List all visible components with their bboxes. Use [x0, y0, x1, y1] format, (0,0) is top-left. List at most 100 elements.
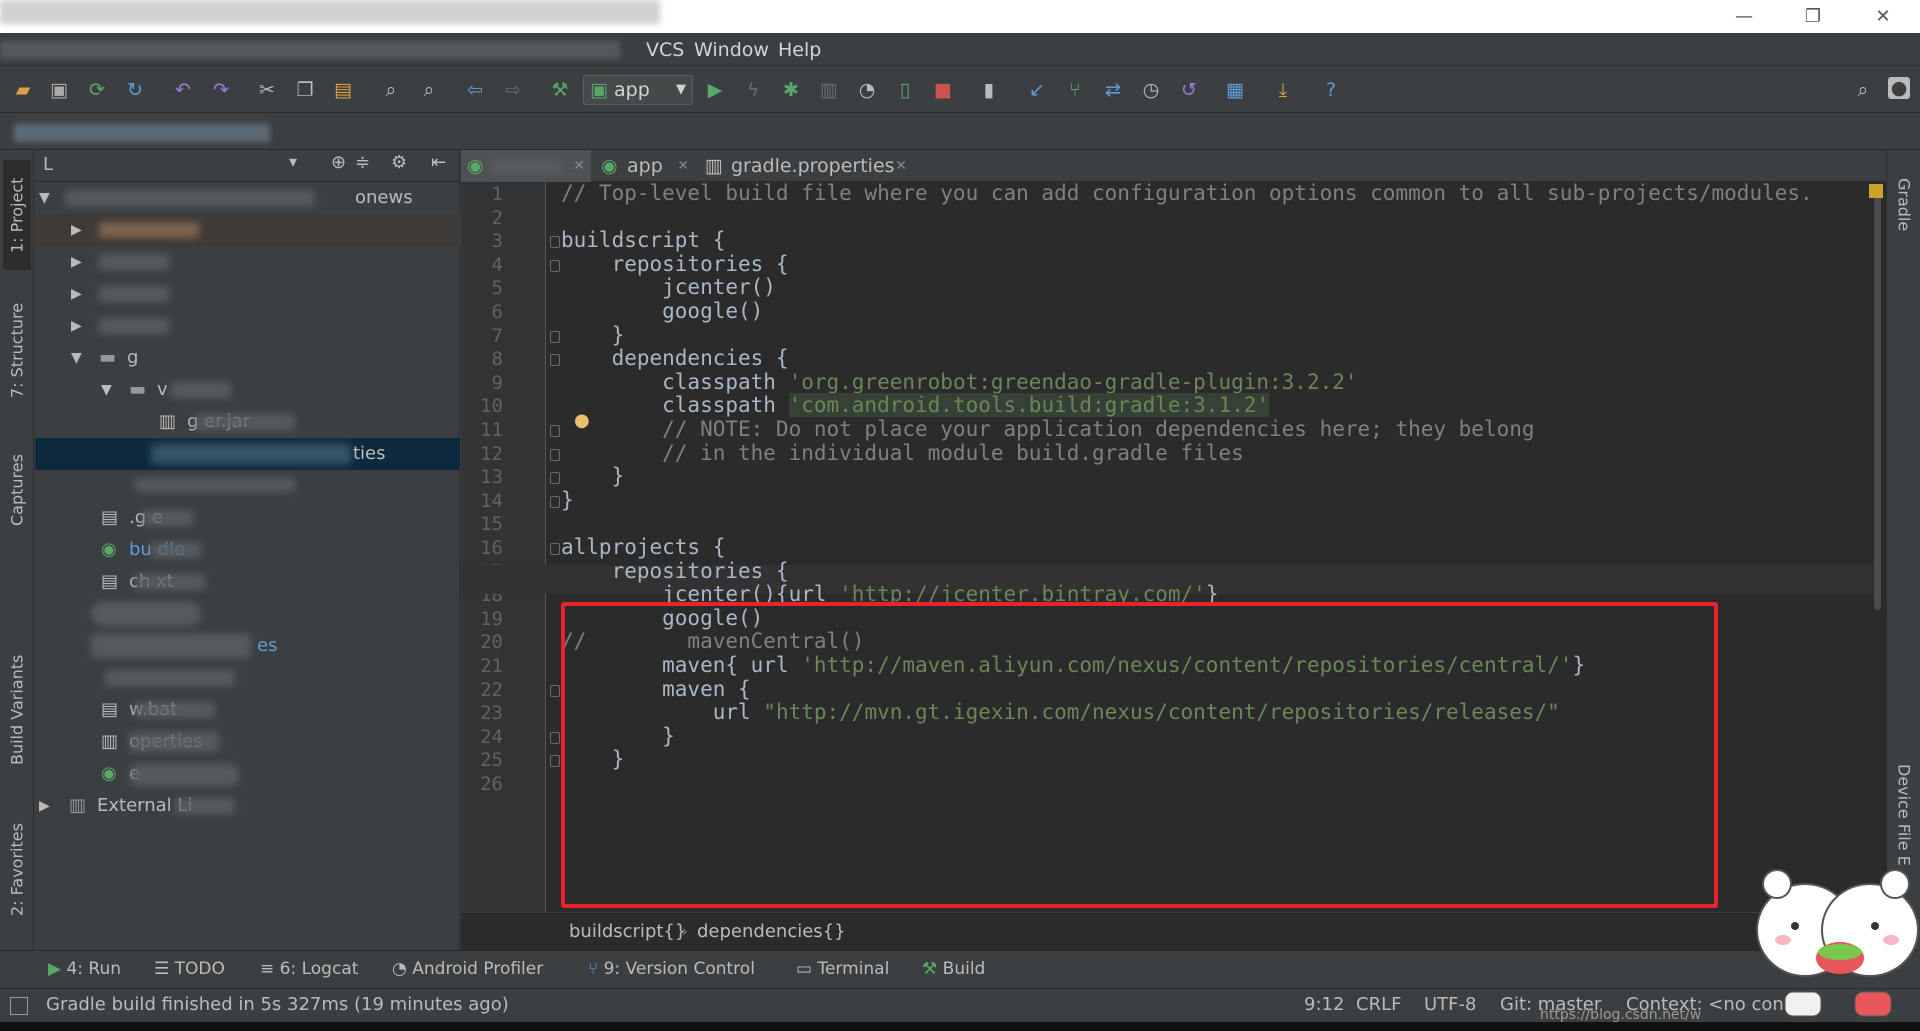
undo-icon[interactable]: ↶	[170, 77, 196, 103]
fold-marker-icon[interactable]	[550, 684, 560, 697]
forward-icon[interactable]: ⇨	[500, 77, 526, 103]
tab-project[interactable]: 1: Project	[3, 160, 31, 270]
intention-bulb-icon[interactable]: ●	[574, 410, 590, 431]
run-config-select[interactable]: ▣ app ▼	[583, 75, 693, 105]
paste-icon[interactable]: ▤	[330, 77, 356, 103]
close-tab-icon[interactable]: ✕	[895, 150, 907, 182]
vcs-history-icon[interactable]: ◷	[1138, 77, 1164, 103]
sync-icon[interactable]: ⟳	[84, 77, 110, 103]
vcs-update-icon[interactable]: ↙	[1024, 77, 1050, 103]
search-everywhere-icon[interactable]: ⌕	[1850, 77, 1876, 103]
vcs-commit-icon[interactable]: ⑂	[1062, 77, 1088, 103]
restore-icon[interactable]: ❐	[1790, 4, 1836, 30]
tree-row[interactable]: ▶	[35, 246, 460, 278]
fold-marker-icon[interactable]	[550, 259, 560, 272]
tab-gradle[interactable]: Gradle	[1890, 160, 1918, 250]
tree-row-root[interactable]: ▼ onews	[35, 182, 460, 214]
tree-row-selected[interactable]: ties	[35, 438, 460, 470]
tab-version-control[interactable]: ⑂ 9: Version Control	[588, 956, 755, 982]
menu-window[interactable]: Window	[694, 39, 769, 61]
close-tab-icon[interactable]: ✕	[573, 150, 585, 182]
line-separator[interactable]: CRLF	[1356, 989, 1401, 1021]
tree-row-build-gradle[interactable]: ◉ bu dle	[35, 534, 460, 566]
fold-marker-icon[interactable]	[550, 472, 560, 485]
coverage-icon[interactable]: ▯	[892, 77, 918, 103]
caret-position[interactable]: 9:12	[1304, 989, 1344, 1021]
copy-icon[interactable]: ❐	[292, 77, 318, 103]
vcs-revert-icon[interactable]: ↺	[1176, 77, 1202, 103]
close-icon[interactable]: ✕	[1860, 4, 1906, 30]
chevron-down-icon[interactable]: ▾	[289, 152, 297, 171]
avd-manager-icon[interactable]: ▮	[976, 77, 1002, 103]
fold-marker-icon[interactable]	[550, 543, 560, 555]
menu-help[interactable]: Help	[778, 39, 821, 61]
menu-vcs[interactable]: VCS	[646, 39, 684, 61]
tab-android-profiler[interactable]: ◔ Android Profiler	[392, 956, 543, 982]
file-encoding[interactable]: UTF-8	[1424, 989, 1476, 1021]
fold-marker-icon[interactable]	[550, 425, 560, 437]
tab-blurred-file[interactable]: ◉ ✕	[461, 150, 591, 182]
tab-logcat[interactable]: ≡ 6: Logcat	[260, 956, 358, 982]
tree-row-text-file[interactable]: ▤ ch xt	[35, 566, 460, 598]
tree-row-properties[interactable]: ▥ operties	[35, 726, 460, 758]
tab-build-variants[interactable]: Build Variants	[3, 640, 31, 780]
profile-icon[interactable]: ◔	[854, 77, 880, 103]
apply-changes-icon[interactable]: ϟ	[740, 77, 766, 103]
fold-marker-icon[interactable]	[550, 755, 560, 768]
fold-marker-icon[interactable]	[550, 495, 560, 508]
open-folder-icon[interactable]: ▰	[10, 77, 36, 103]
tree-row[interactable]: ▶	[35, 310, 460, 342]
fold-marker-icon[interactable]	[550, 731, 560, 744]
cut-icon[interactable]: ✂	[254, 77, 280, 103]
hide-panel-icon[interactable]: ⇤	[431, 152, 446, 173]
save-icon[interactable]: ▣	[46, 77, 72, 103]
close-tab-icon[interactable]: ✕	[677, 150, 689, 182]
tab-structure[interactable]: 7: Structure	[3, 290, 31, 410]
toggle-tool-windows-icon[interactable]	[10, 997, 28, 1015]
tab-app[interactable]: ◉ app ✕	[595, 150, 695, 182]
user-avatar-icon[interactable]: ●	[1888, 77, 1910, 99]
help-icon[interactable]: ?	[1318, 77, 1344, 103]
tree-row[interactable]: ▶	[35, 214, 460, 246]
debug-icon[interactable]: ✱	[778, 77, 804, 103]
tab-gradle-properties[interactable]: ▥ gradle.properties ✕	[699, 150, 913, 182]
inspection-warning-icon[interactable]	[1869, 184, 1883, 198]
vcs-compare-icon[interactable]: ⇄	[1100, 77, 1126, 103]
scroll-thumb[interactable]	[1874, 190, 1881, 610]
view-selector[interactable]: L	[43, 154, 53, 175]
tab-run[interactable]: ▶ 4: Run	[48, 956, 121, 982]
sdk-manager-icon[interactable]: ⤓	[1270, 77, 1296, 103]
find-icon[interactable]: ⌕	[378, 77, 404, 103]
tree-row-wrapper[interactable]: ▼ ▬ v	[35, 374, 460, 406]
vertical-scrollbar[interactable]	[1871, 190, 1883, 750]
tree-row-settings-gradle[interactable]: ◉ e	[35, 758, 460, 790]
make-project-icon[interactable]: ⚒	[547, 77, 573, 103]
tree-row[interactable]	[35, 598, 460, 630]
gear-icon[interactable]: ⚙	[391, 152, 407, 173]
tree-row[interactable]	[35, 470, 460, 502]
tab-favorites[interactable]: 2: Favorites	[3, 810, 31, 930]
tree-row-jar[interactable]: ▥ g er.jar	[35, 406, 460, 438]
redo-icon[interactable]: ↷	[208, 77, 234, 103]
minimize-icon[interactable]: —	[1721, 4, 1767, 30]
replace-icon[interactable]: ⌕	[416, 77, 442, 103]
back-icon[interactable]: ⇦	[462, 77, 488, 103]
fold-marker-icon[interactable]	[550, 354, 560, 367]
status-message[interactable]: Gradle build finished in 5s 327ms (19 mi…	[46, 989, 509, 1021]
run-icon[interactable]: ▶	[702, 77, 728, 103]
tab-terminal[interactable]: ▭ Terminal	[796, 956, 889, 982]
tree-row-gitignore[interactable]: ▤ .g e	[35, 502, 460, 534]
fold-marker-icon[interactable]	[550, 236, 560, 249]
breadcrumb-buildscript[interactable]: buildscript{}	[569, 913, 686, 951]
collapse-all-icon[interactable]: ≑	[355, 152, 370, 173]
tab-build[interactable]: ⚒ Build	[922, 956, 985, 982]
tree-row[interactable]: es	[35, 630, 460, 662]
tree-row-gradle[interactable]: ▼ ▬ g	[35, 342, 460, 374]
breadcrumb-dependencies[interactable]: dependencies{}	[697, 913, 846, 951]
tree-row-bat[interactable]: ▤ w.bat	[35, 694, 460, 726]
attach-debugger-icon[interactable]: ▥	[816, 77, 842, 103]
tree-row[interactable]: ▶	[35, 278, 460, 310]
refresh-icon[interactable]: ↻	[122, 77, 148, 103]
fold-marker-icon[interactable]	[550, 448, 560, 461]
fold-marker-icon[interactable]	[550, 330, 560, 343]
